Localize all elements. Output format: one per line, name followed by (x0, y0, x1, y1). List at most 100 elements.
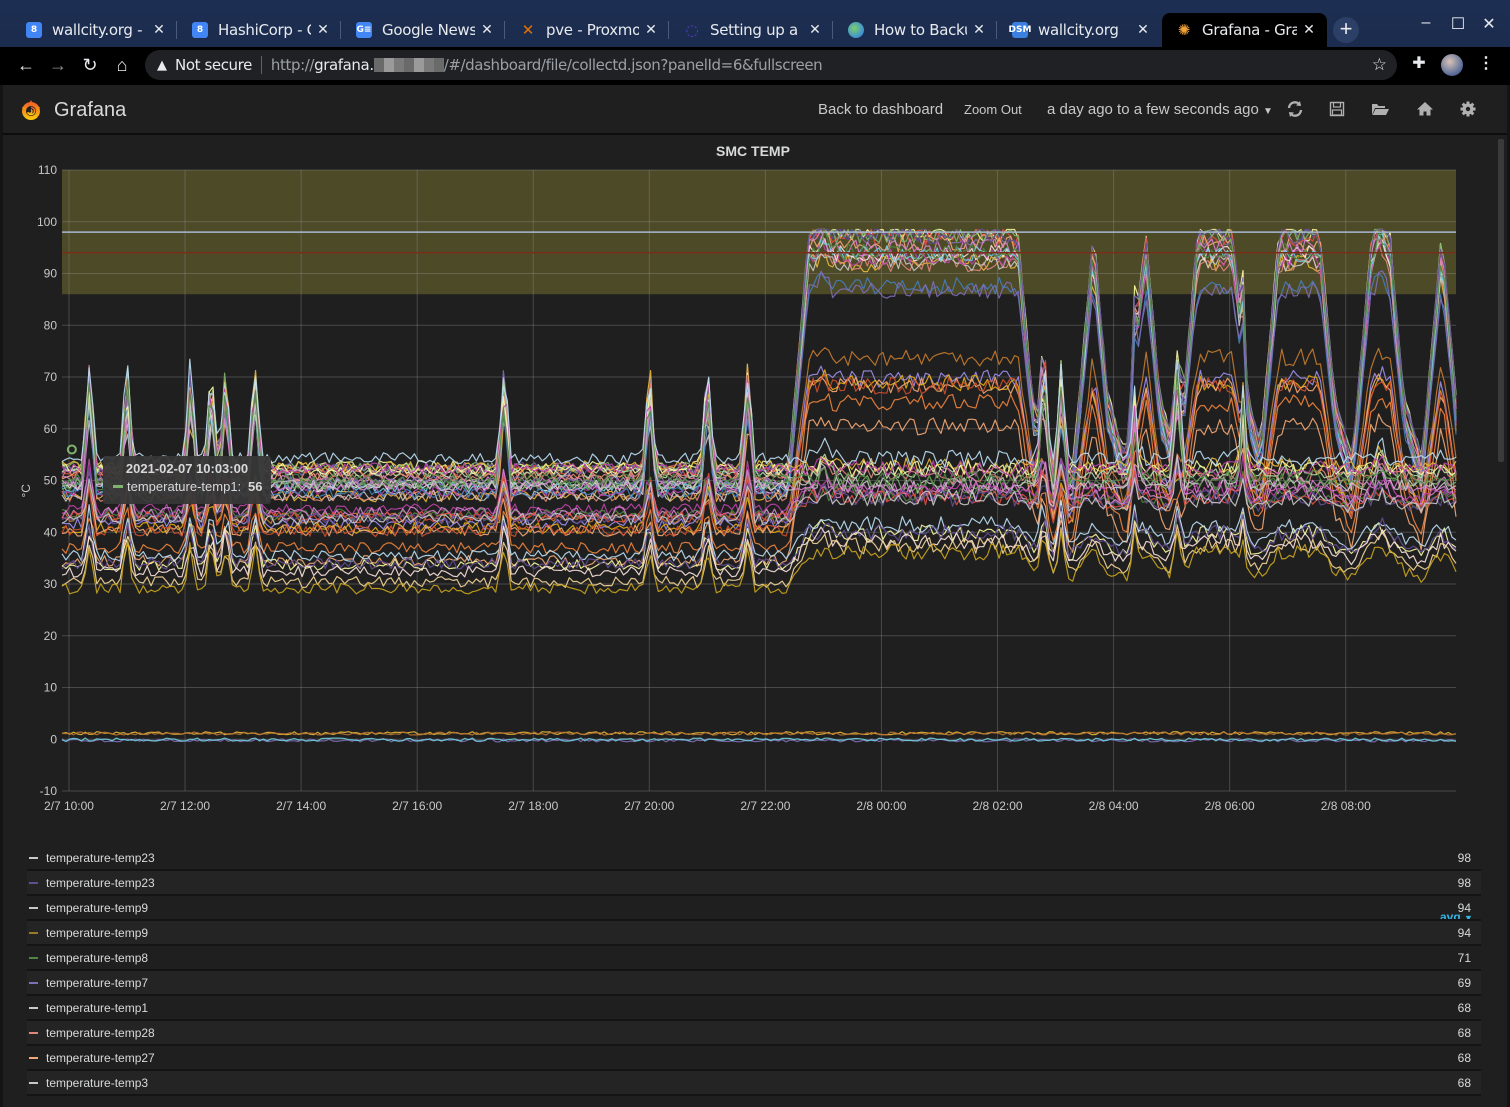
y-tick-label: 90 (44, 267, 58, 281)
x-tick-label: 2/7 10:00 (44, 799, 94, 813)
back-arrow-icon[interactable]: ← (14, 53, 38, 77)
browser-tab[interactable]: G≡ Google News ✕ (342, 13, 505, 47)
legend-row[interactable]: temperature-temp9 94 (27, 921, 1481, 946)
browser-tab[interactable]: ✺ Grafana - Grafa✕ (1162, 13, 1327, 47)
x-tick-label: 2/7 14:00 (276, 799, 326, 813)
tab-separator (504, 21, 505, 39)
legend-row[interactable]: temperature-temp1 68 (27, 996, 1481, 1021)
legend-row[interactable]: temperature-temp7 69 (27, 971, 1481, 996)
y-tick-label: 70 (44, 370, 58, 384)
new-tab-button[interactable]: + (1333, 17, 1359, 43)
back-to-dashboard-link[interactable]: Back to dashboard (818, 101, 943, 118)
y-tick-label: 80 (44, 318, 58, 332)
close-tab-icon[interactable]: ✕ (971, 22, 987, 38)
browser-tab[interactable]: 8 wallcity.org - C ✕ (12, 13, 177, 47)
close-tab-icon[interactable]: ✕ (151, 22, 167, 38)
legend-color-swatch[interactable] (29, 856, 38, 859)
reload-icon[interactable]: ↻ (78, 53, 102, 77)
profile-avatar[interactable] (1441, 54, 1463, 76)
url-host: grafana. (314, 56, 374, 74)
settings-gear-icon[interactable] (1458, 99, 1478, 119)
extensions-puzzle-icon[interactable]: ✚ (1407, 53, 1431, 73)
forward-arrow-icon[interactable]: → (46, 53, 70, 77)
legend-color-swatch[interactable] (29, 981, 38, 984)
legend-row[interactable]: temperature-temp3 68 (27, 1071, 1481, 1096)
close-tab-icon[interactable]: ✕ (315, 22, 331, 38)
legend-color-swatch[interactable] (29, 956, 38, 959)
redacted-domain (373, 58, 444, 72)
tab-separator (340, 21, 341, 39)
google-calendar-icon: 8 (26, 22, 42, 38)
legend-avg-value: 98 (1457, 850, 1471, 865)
legend-color-swatch[interactable] (29, 1081, 38, 1084)
y-axis-label: °C (19, 484, 33, 498)
legend-series-name[interactable]: temperature-temp3 (46, 1076, 1441, 1090)
tooltip-series-name: temperature-temp1: (127, 479, 242, 494)
legend-color-swatch[interactable] (29, 906, 38, 909)
legend-avg-value: 68 (1457, 1075, 1471, 1090)
legend-series-name[interactable]: temperature-temp27 (46, 1051, 1441, 1065)
minimize-button[interactable]: – (1416, 14, 1436, 32)
close-tab-icon[interactable]: ✕ (1135, 22, 1151, 38)
legend-color-swatch[interactable] (29, 1031, 38, 1034)
legend-series-name[interactable]: temperature-temp8 (46, 951, 1441, 965)
legend-color-swatch[interactable] (29, 931, 38, 934)
legend-row[interactable]: temperature-temp23 98 (27, 871, 1481, 896)
legend-series-name[interactable]: temperature-temp1 (46, 1001, 1441, 1015)
x-tick-label: 2/7 18:00 (508, 799, 558, 813)
legend-series-name[interactable]: temperature-temp23 (46, 851, 1441, 865)
warning-triangle-icon[interactable]: ▲ (157, 58, 167, 73)
legend-color-swatch[interactable] (29, 1056, 38, 1059)
save-icon[interactable] (1327, 99, 1347, 119)
x-tick-label: 2/7 12:00 (160, 799, 210, 813)
legend-row[interactable]: temperature-temp28 68 (27, 1021, 1481, 1046)
browser-tab[interactable]: DSM wallcity.org ✕ (998, 13, 1161, 47)
home-icon[interactable] (1415, 99, 1435, 119)
legend-avg-value: 71 (1457, 950, 1471, 965)
maximize-button[interactable]: ☐ (1448, 14, 1468, 34)
legend-series-name[interactable]: temperature-temp9 (46, 926, 1441, 940)
x-tick-label: 2/8 02:00 (973, 799, 1023, 813)
legend-color-swatch[interactable] (29, 881, 38, 884)
legend-row[interactable]: temperature-temp8 71 (27, 946, 1481, 971)
refresh-icon[interactable] (1285, 99, 1305, 119)
home-icon[interactable]: ⌂ (110, 53, 134, 77)
legend-series-name[interactable]: temperature-temp7 (46, 976, 1441, 990)
y-tick-label: 30 (44, 577, 58, 591)
legend-series-name[interactable]: temperature-temp23 (46, 876, 1441, 890)
graph-tooltip: 2021-02-07 10:03:00 temperature-temp1: 5… (103, 456, 271, 504)
browser-tab[interactable]: ● How to Backup✕ (834, 13, 997, 47)
legend-series-name[interactable]: temperature-temp28 (46, 1026, 1441, 1040)
bookmark-star-icon[interactable]: ☆ (1372, 55, 1387, 75)
grafana-logo-icon[interactable] (19, 98, 43, 122)
close-window-button[interactable]: ✕ (1479, 14, 1499, 34)
open-folder-icon[interactable] (1370, 99, 1390, 119)
time-range-picker[interactable]: a day ago to a few seconds ago ▼ (1047, 101, 1273, 118)
y-tick-label: 50 (44, 474, 58, 488)
legend-row[interactable]: temperature-temp23 98 (27, 846, 1481, 871)
grafana-brand[interactable]: Grafana (54, 99, 126, 122)
legend-row[interactable]: temperature-temp9 94 (27, 896, 1481, 921)
legend-color-swatch[interactable] (29, 1006, 38, 1009)
more-menu-icon[interactable]: ⋮ (1474, 53, 1498, 73)
legend-avg-value: 68 (1457, 1000, 1471, 1015)
tooltip-timestamp: 2021-02-07 10:03:00 (125, 461, 249, 476)
legend-series-name[interactable]: temperature-temp9 (46, 901, 1441, 915)
zoom-out-button[interactable]: Zoom Out (964, 102, 1022, 117)
grafana-navbar: Grafana Back to dashboard Zoom Out a day… (3, 85, 1507, 135)
browser-tab[interactable]: ◌ Setting up a D✕ (670, 13, 833, 47)
close-tab-icon[interactable]: ✕ (1301, 22, 1317, 38)
legend-row[interactable]: temperature-temp27 68 (27, 1046, 1481, 1071)
address-bar[interactable]: ▲ Not secure http:// grafana. /#/dashboa… (145, 50, 1397, 80)
url-scheme: http:// (270, 56, 315, 74)
close-tab-icon[interactable]: ✕ (807, 22, 823, 38)
legend-avg-value: 69 (1457, 975, 1471, 990)
legend-table: temperature-temp23 98 temperature-temp23 98… (27, 846, 1481, 1096)
not-secure-label[interactable]: Not secure (175, 56, 252, 74)
y-tick-label: 40 (44, 525, 58, 539)
x-tick-label: 2/8 00:00 (856, 799, 906, 813)
browser-tab[interactable]: ✕ pve - Proxmox ✕ (506, 13, 669, 47)
close-tab-icon[interactable]: ✕ (479, 22, 495, 38)
browser-tab[interactable]: 8 HashiCorp - Ca✕ (178, 13, 341, 47)
close-tab-icon[interactable]: ✕ (643, 22, 659, 38)
